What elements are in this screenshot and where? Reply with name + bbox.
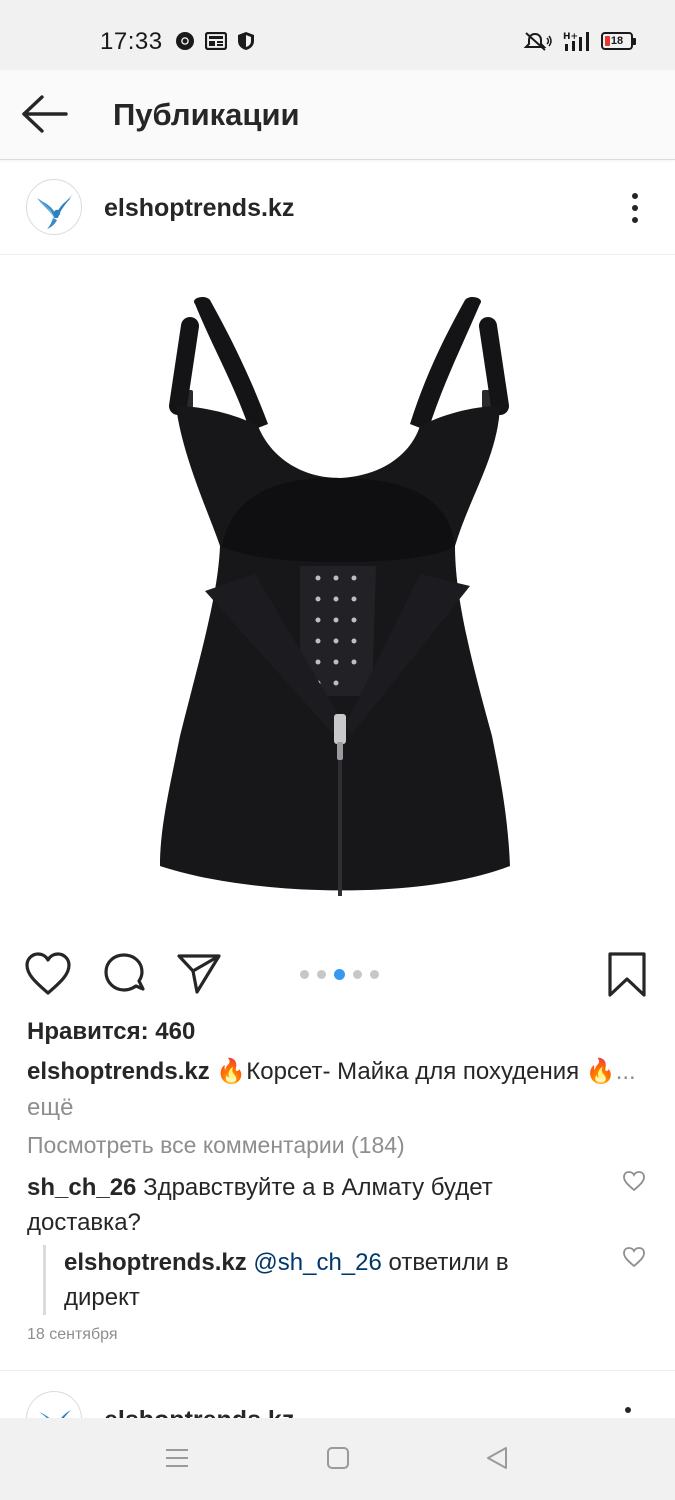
reply-mention[interactable]: @sh_ch_26 [253,1249,381,1276]
recents-button[interactable] [164,1445,190,1476]
menu-lines-icon [166,1449,188,1467]
caption-text: 🔥Корсет- Майка для похудения 🔥 [216,1058,616,1085]
caption-username[interactable]: elshoptrends.kz [27,1058,210,1085]
carousel-dot-active [334,969,345,980]
comment-button[interactable] [102,951,148,1002]
post-username[interactable]: elshoptrends.kz [104,194,294,223]
save-button[interactable] [606,951,648,1004]
dot-icon [632,193,638,199]
carousel-dot [353,970,362,979]
comment-icon [104,953,145,992]
avatar[interactable] [26,179,82,235]
post-header: elshoptrends.kz [0,160,675,255]
battery-icon: 18 [601,32,636,50]
triangle-back-icon [487,1447,507,1469]
carousel-dot [370,970,379,979]
dot-icon [632,205,638,211]
carousel-dot [300,970,309,979]
page-title: Публикации [113,97,300,132]
post-caption: elshoptrends.kz 🔥Корсет- Майка для похуд… [27,1054,647,1126]
post-date: 18 сентября [27,1326,118,1343]
comment-like-button[interactable] [622,1170,646,1197]
status-icons-left [175,31,255,51]
comment-username[interactable]: sh_ch_26 [27,1174,136,1201]
heart-outline-icon [623,1171,645,1192]
svg-text:H+: H+ [563,32,578,42]
post-options-button[interactable] [623,190,647,226]
back-button[interactable] [20,92,70,136]
paper-plane-icon [177,954,221,994]
likes-count[interactable]: Нравится: 460 [27,1018,195,1046]
reply-like-button[interactable] [622,1246,646,1273]
news-icon [205,32,227,50]
status-time: 17:33 [100,28,163,55]
view-all-comments-link[interactable]: Посмотреть все комментарии (184) [27,1132,405,1159]
carousel-dot [317,970,326,979]
chrome-icon [176,32,194,50]
carousel-indicator [300,969,379,980]
shield-icon [238,32,254,50]
avatar[interactable] [26,1391,82,1418]
reply-item: elshoptrends.kz @sh_ch_26 ответили в дир… [64,1245,584,1315]
reply-thread-line [43,1245,46,1315]
share-button[interactable] [176,951,222,1002]
top-nav-bar: Публикации [0,70,675,160]
next-post-username[interactable]: elshoptrends.kz [104,1406,294,1418]
reply-username[interactable]: elshoptrends.kz [64,1249,247,1276]
dot-icon [632,217,638,223]
post-actions-bar [0,945,675,1005]
corset-vest-image [160,297,510,896]
next-post-options-icon[interactable] [625,1407,631,1413]
square-icon [327,1447,349,1469]
bird-logo-icon [37,194,73,229]
bird-logo-icon [39,1410,71,1418]
heart-outline-icon [623,1247,645,1268]
signal-icon: H+ [563,32,589,51]
home-button[interactable] [325,1445,351,1476]
system-navigation-bar [0,1418,675,1500]
arrow-left-icon [22,95,68,133]
comment-item: sh_ch_26 Здравствуйте а в Алмату будет д… [27,1170,587,1240]
bookmark-icon [608,952,646,997]
status-icons-right: H+ 18 [523,30,636,52]
mute-icon [523,32,552,51]
back-nav-button[interactable] [484,1445,510,1476]
like-button[interactable] [24,951,72,1002]
status-bar: 17:33 H+ 18 [0,0,675,70]
post-image[interactable] [0,256,675,936]
heart-icon [25,952,71,995]
next-post-header: elshoptrends.kz [0,1370,675,1418]
